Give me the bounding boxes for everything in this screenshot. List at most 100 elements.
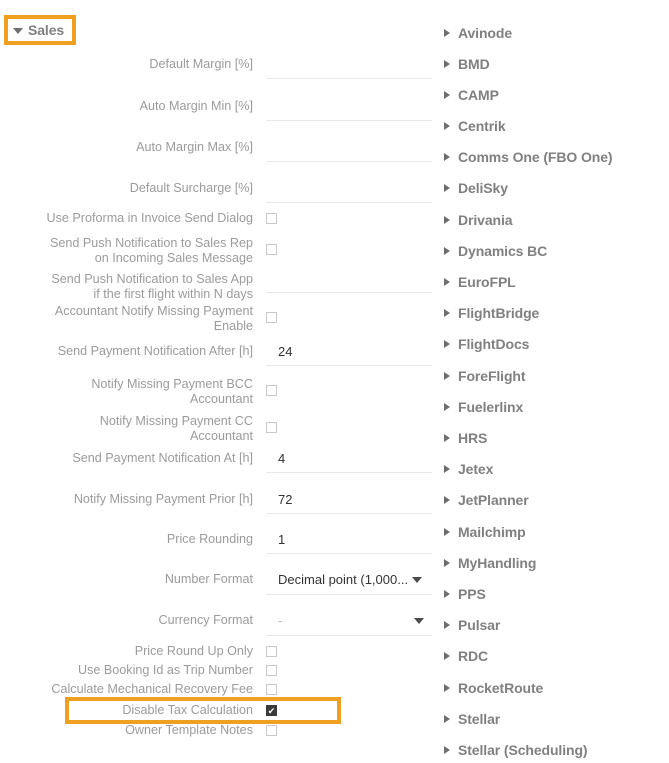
select-value[interactable]: Decimal point (1,000... (278, 572, 408, 587)
integration-item-label: PPS (458, 586, 486, 602)
form-row-label: Notify Missing Payment CC Accountant (99, 414, 253, 443)
integration-item-label: FlightDocs (458, 336, 530, 352)
integration-item-label: Pulsar (458, 617, 501, 633)
integration-item-label: RocketRoute (458, 680, 544, 696)
checkbox-unchecked[interactable] (266, 385, 277, 396)
integration-item-eurofpl[interactable]: EuroFPL (437, 269, 669, 295)
integration-item-label: Avinode (458, 25, 513, 41)
integration-item-foreflight[interactable]: ForeFlight (437, 363, 669, 389)
integration-item-hrs[interactable]: HRS (437, 425, 669, 451)
text-field-value[interactable]: 24 (278, 344, 292, 359)
checkbox-unchecked[interactable] (266, 422, 277, 433)
field-underline (266, 472, 432, 473)
triangle-right-icon (444, 496, 450, 504)
form-row-label: Price Rounding (166, 532, 253, 546)
integration-item-label: Comms One (FBO One) (458, 149, 613, 165)
text-field-value[interactable]: 4 (278, 451, 285, 466)
checkbox-unchecked[interactable] (266, 725, 277, 736)
integration-item-myhandling[interactable]: MyHandling (437, 550, 669, 576)
triangle-right-icon (444, 403, 450, 411)
triangle-right-icon (444, 684, 450, 692)
form-row-label: Owner Template Notes (125, 723, 253, 737)
triangle-right-icon (444, 528, 450, 536)
triangle-right-icon (444, 434, 450, 442)
form-row-label: Notify Missing Payment Prior [h] (73, 492, 253, 506)
integration-item-centrik[interactable]: Centrik (437, 113, 669, 139)
form-row-label: Number Format (164, 572, 253, 586)
triangle-right-icon (444, 746, 450, 754)
text-field-value[interactable]: 1 (278, 532, 285, 547)
sales-settings-form: Default Margin [%] Auto Margin Min [%] Aut… (0, 0, 436, 746)
integration-item-delisky[interactable]: DeliSky (437, 175, 669, 201)
integration-item-flightbridge[interactable]: FlightBridge (437, 300, 669, 326)
caret-down-icon[interactable] (412, 577, 422, 583)
field-underline (266, 553, 432, 554)
integration-item-stellar[interactable]: Stellar (437, 706, 669, 732)
integration-item-pulsar[interactable]: Pulsar (437, 612, 669, 638)
triangle-right-icon (444, 309, 450, 317)
checkbox-unchecked[interactable] (266, 213, 277, 224)
integration-item-comms-one-fbo-one[interactable]: Comms One (FBO One) (437, 144, 669, 170)
integration-item-bmd[interactable]: BMD (437, 51, 669, 77)
field-underline (266, 513, 432, 514)
checkbox-unchecked[interactable] (266, 646, 277, 657)
text-field-value[interactable]: 72 (278, 492, 292, 507)
form-row-label: Send Push Notification to Sales App if t… (51, 272, 253, 301)
caret-down-icon[interactable] (414, 618, 424, 624)
integration-item-label: Mailchimp (458, 524, 526, 540)
triangle-right-icon (444, 465, 450, 473)
triangle-right-icon (444, 184, 450, 192)
integration-item-jetex[interactable]: Jetex (437, 456, 669, 482)
triangle-right-icon (444, 372, 450, 380)
checkbox-unchecked[interactable] (266, 244, 277, 255)
integration-item-drivania[interactable]: Drivania (437, 207, 669, 233)
integration-item-label: Jetex (458, 461, 494, 477)
integration-item-fuelerlinx[interactable]: Fuelerlinx (437, 394, 669, 420)
checkbox-unchecked[interactable] (266, 665, 277, 676)
checkbox-unchecked[interactable] (266, 312, 277, 323)
integration-item-camp[interactable]: CAMP (437, 82, 669, 108)
integration-item-label: CAMP (458, 87, 499, 103)
select-value[interactable]: - (278, 613, 282, 628)
integration-item-dynamics-bc[interactable]: Dynamics BC (437, 238, 669, 264)
integration-item-rocketroute[interactable]: RocketRoute (437, 675, 669, 701)
integrations-list: Avinode BMD CAMP Centrik Comms One (FBO One)… (437, 0, 669, 758)
form-row-label: Price Round Up Only (134, 644, 253, 658)
integration-item-mailchimp[interactable]: Mailchimp (437, 519, 669, 545)
integration-item-label: Dynamics BC (458, 243, 548, 259)
integration-item-rdc[interactable]: RDC (437, 643, 669, 669)
triangle-right-icon (444, 247, 450, 255)
checkbox-unchecked[interactable] (266, 684, 277, 695)
triangle-right-icon (444, 153, 450, 161)
integration-item-label: MyHandling (458, 555, 537, 571)
integration-item-flightdocs[interactable]: FlightDocs (437, 331, 669, 357)
integration-item-jetplanner[interactable]: JetPlanner (437, 487, 669, 513)
integration-item-avinode[interactable]: Avinode (437, 20, 669, 46)
triangle-right-icon (444, 60, 450, 68)
triangle-right-icon (444, 29, 450, 37)
integration-item-pps[interactable]: PPS (437, 581, 669, 607)
integration-item-label: JetPlanner (458, 492, 529, 508)
checkbox-checked[interactable] (266, 705, 277, 716)
field-underline (266, 594, 432, 595)
form-row-label: Default Margin [%] (149, 57, 253, 71)
integration-item-label: HRS (458, 430, 488, 446)
triangle-right-icon (444, 715, 450, 723)
form-row-label: Notify Missing Payment BCC Accountant (91, 377, 253, 406)
triangle-right-icon (444, 621, 450, 629)
form-row-label: Default Surcharge [%] (129, 181, 253, 195)
integration-item-label: Drivania (458, 212, 513, 228)
form-row-label: Use Booking Id as Trip Number (78, 663, 253, 677)
triangle-right-icon (444, 122, 450, 130)
integration-item-label: EuroFPL (458, 274, 516, 290)
field-underline (266, 120, 432, 121)
integration-item-label: Stellar (458, 711, 501, 727)
integration-item-stellar-scheduling[interactable]: Stellar (Scheduling) (437, 737, 669, 763)
form-row-label: Auto Margin Min [%] (139, 99, 253, 113)
triangle-right-icon (444, 340, 450, 348)
integration-item-label: Centrik (458, 118, 506, 134)
form-row-label: Calculate Mechanical Recovery Fee (51, 682, 253, 696)
integration-item-label: RDC (458, 648, 489, 664)
field-underline (266, 635, 432, 636)
triangle-right-icon (444, 278, 450, 286)
